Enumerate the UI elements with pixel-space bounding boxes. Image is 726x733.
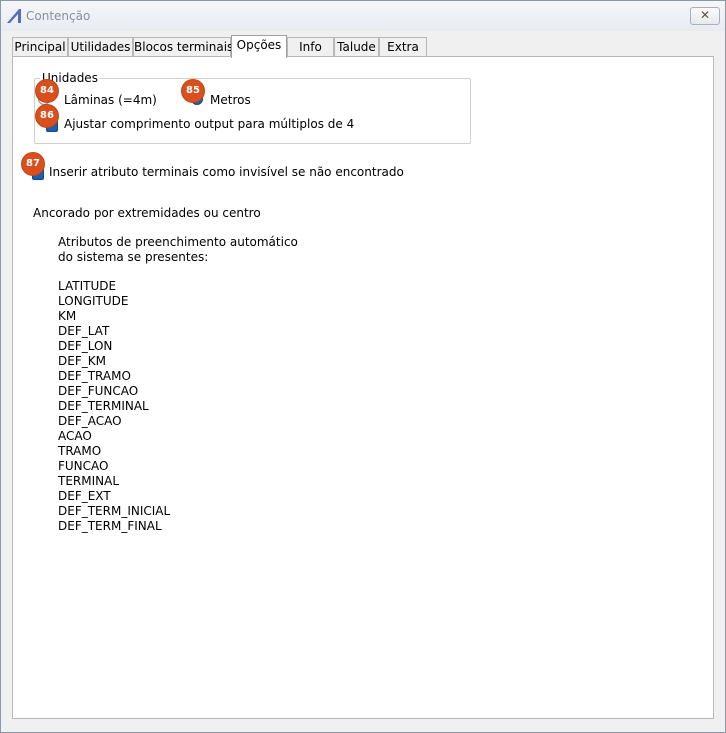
autofill-heading-line1: Atributos de preenchimento automático	[58, 235, 298, 249]
attribute-item: KM	[58, 309, 77, 323]
attribute-item: DEF_FUNCAO	[58, 384, 139, 398]
metros-label: Metros	[210, 93, 251, 107]
marker-badge-87: 87	[22, 153, 44, 175]
attribute-item: DEF_TERMINAL	[58, 399, 149, 413]
tab-principal[interactable]: Principal	[12, 37, 68, 57]
attribute-item: FUNCAO	[58, 459, 109, 473]
attribute-item: LATITUDE	[58, 279, 117, 293]
tab-strip: Principal Utilidades Blocos terminais Op…	[12, 35, 432, 58]
attribute-item: DEF_ACAO	[58, 414, 122, 428]
title-bar: Contenção ✕	[1, 1, 725, 31]
attribute-item: DEF_KM	[58, 354, 106, 368]
tab-opcoes[interactable]: Opções	[231, 35, 287, 58]
autofill-heading-line2: do sistema se presentes:	[58, 250, 209, 264]
attribute-item: LONGITUDE	[58, 294, 129, 308]
attribute-item: DEF_TRAMO	[58, 369, 131, 383]
dialog-window: Contenção ✕ Principal Utilidades Blocos …	[0, 0, 726, 733]
tab-extra[interactable]: Extra	[379, 37, 427, 57]
marker-badge-86: 86	[36, 105, 58, 127]
attribute-item: DEF_LON	[58, 339, 113, 353]
attribute-item: DEF_LAT	[58, 324, 110, 338]
attribute-item: TRAMO	[58, 444, 102, 458]
attribute-item: DEF_TERM_FINAL	[58, 519, 162, 533]
adjust-multiple-label: Ajustar comprimento output para múltiplo…	[64, 117, 355, 131]
attribute-item: DEF_EXT	[58, 489, 111, 503]
marker-badge-85: 85	[182, 80, 204, 102]
attribute-list: LATITUDE LONGITUDE KM DEF_LAT DEF_LON DE…	[58, 279, 170, 534]
tab-talude[interactable]: Talude	[334, 37, 379, 57]
attribute-item: TERMINAL	[58, 474, 120, 488]
insert-invisible-label: Inserir atributo terminais como invisíve…	[49, 165, 404, 179]
tab-panel-opcoes: Unidades Lâminas (=4m) 84 Metros 85 Ajus…	[12, 56, 714, 719]
tab-utilidades[interactable]: Utilidades	[68, 37, 133, 57]
marker-badge-84: 84	[36, 80, 58, 102]
tab-blocos-terminais[interactable]: Blocos terminais	[133, 37, 233, 57]
laminas-label: Lâminas (=4m)	[64, 93, 157, 107]
window-title: Contenção	[26, 9, 91, 23]
unidades-groupbox: Unidades	[34, 71, 471, 144]
close-button[interactable]: ✕	[690, 7, 720, 25]
attribute-item: ACAO	[58, 429, 92, 443]
tab-info[interactable]: Info	[287, 37, 334, 57]
anchor-text: Ancorado por extremidades ou centro	[33, 206, 261, 220]
attribute-item: DEF_TERM_INICIAL	[58, 504, 171, 518]
app-logo-icon	[7, 9, 21, 23]
